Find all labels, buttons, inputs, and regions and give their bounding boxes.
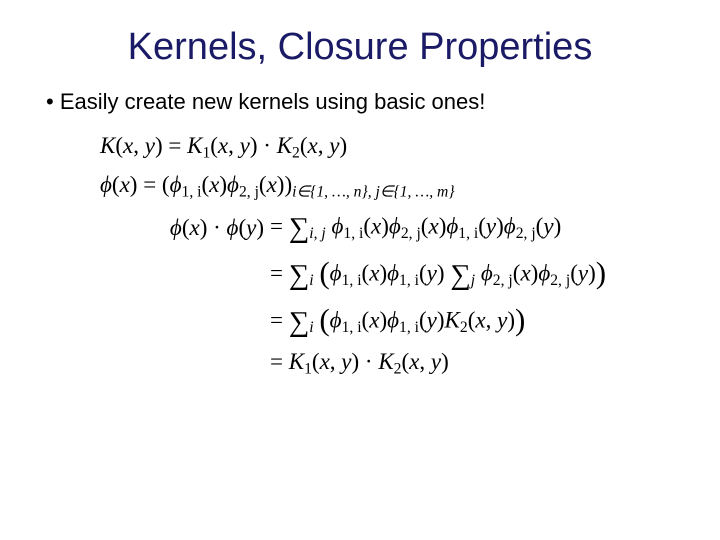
eq5-rhs: = ∑i (ϕ1, i(x)ϕ1, i(y)K2(x, y)) [270,302,680,339]
eq-aligned: ϕ(x) · ϕ(y) = ∑i, j ϕ1, i(x)ϕ2, j(x)ϕ1, … [100,212,680,378]
bullet-text: Easily create new kernels using basic on… [46,89,680,115]
eq-product-kernel: K(x, y) = K1(x, y) · K2(x, y) [100,133,680,162]
slide-title: Kernels, Closure Properties [40,26,680,69]
eq3-lhs: ϕ(x) · ϕ(y) [100,215,270,241]
eq3-rhs: = ∑i, j ϕ1, i(x)ϕ2, j(x)ϕ1, i(y)ϕ2, j(y) [270,212,680,245]
eq-phi-def: ϕ(x) = (ϕ1, i(x)ϕ2, j(x))i∈{1, …, n}, j∈… [100,172,680,201]
math-block: K(x, y) = K1(x, y) · K2(x, y) ϕ(x) = (ϕ1… [100,133,680,378]
slide: Kernels, Closure Properties Easily creat… [0,0,720,398]
eq6-rhs: = K1(x, y) · K2(x, y) [270,349,680,378]
eq4-rhs: = ∑i (ϕ1, i(x)ϕ1, i(y) ∑j ϕ2, j(x)ϕ2, j(… [270,255,680,292]
